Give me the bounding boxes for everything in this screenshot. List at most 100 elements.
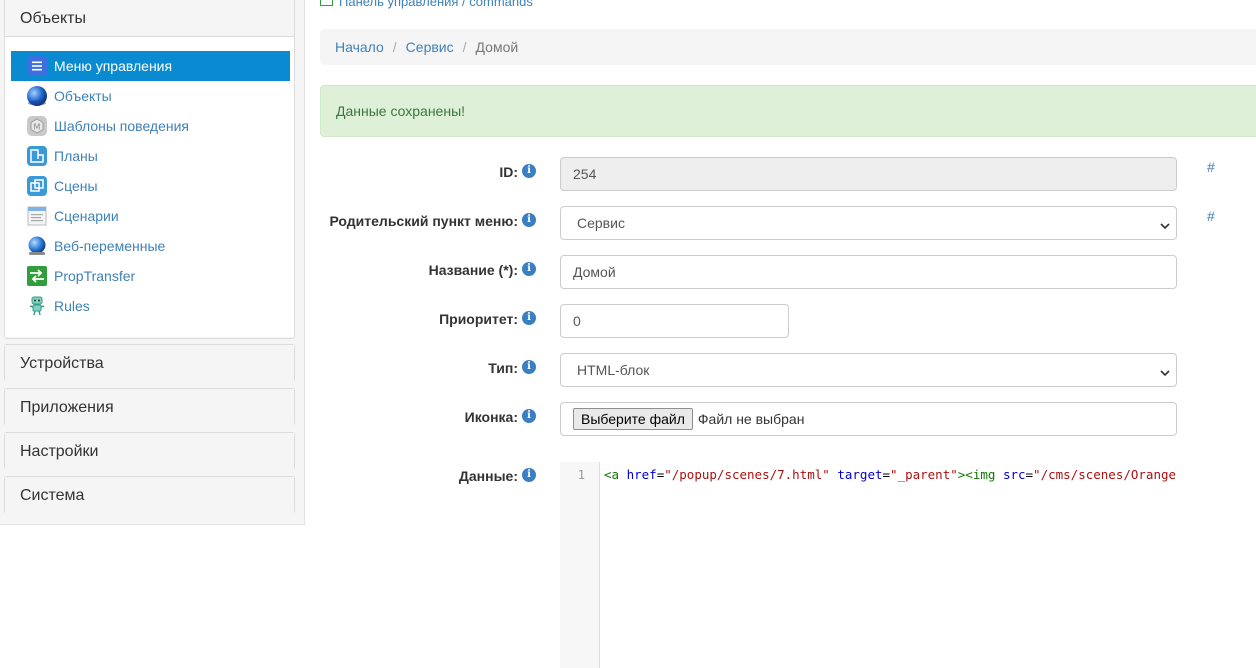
sidebar-item-label: Планы [54,148,98,164]
parent-menu-value: Сервис [577,215,625,231]
breadcrumb-current: Домой [475,39,519,55]
success-alert-text: Данные сохранены! [336,103,466,119]
chevron-down-icon [1160,218,1170,234]
sidebar-item-label: Меню управления [54,58,173,74]
breadcrumb-parent[interactable]: Сервис [406,39,454,55]
sidebar-item-web-variables[interactable]: Веб-переменные [11,231,290,261]
system-panel-header[interactable]: Система [5,477,294,514]
objects-panel-body: Меню управления Объекты M Шаблоны поведе… [5,37,294,337]
sidebar-item-scenes[interactable]: Сцены [11,171,290,201]
parent-label-text: Родительский пункт меню: [329,213,518,229]
type-value: HTML-блок [577,362,650,378]
breadcrumb-home[interactable]: Начало [335,39,384,55]
info-icon[interactable]: i [522,262,536,276]
title-label: Название (*): i [429,262,536,278]
sidebar: Объекты Меню управления Объекты M Шаблон… [0,0,305,525]
type-select[interactable]: HTML-блок [560,353,1177,387]
code-token: "/cms/scenes/Orange [1033,467,1177,482]
settings-panel-header[interactable]: Настройки [5,433,294,470]
sidebar-item-rules[interactable]: Rules [11,291,290,321]
sidebar-item-label: Шаблоны поведения [54,118,190,134]
prop-transfer-icon [25,264,49,288]
top-path-text: Панель управления / commands [339,0,533,9]
sidebar-item-label: Веб-переменные [54,238,166,254]
file-status: Файл не выбран [697,411,805,427]
info-icon[interactable]: i [522,164,536,178]
id-field: 254 [560,157,1177,191]
globe-icon [25,84,49,108]
code-token: "/popup/scenes/7.html" [664,467,830,482]
code-token: src [1002,467,1026,482]
data-label-text: Данные: [458,468,518,484]
icon-file-input: Выберите файл Файл не выбран [560,402,1177,436]
devices-panel-header[interactable]: Устройства [5,345,294,382]
top-path-link[interactable]: Панель управления / commands [320,0,533,9]
sidebar-item-label: Объекты [54,88,112,104]
sidebar-item-label: Сценарии [54,208,119,224]
objects-panel-header[interactable]: Объекты [5,0,294,37]
icon-label-text: Иконка: [464,409,518,425]
system-panel[interactable]: Система [4,476,295,514]
title-input[interactable]: Домой [560,255,1177,289]
priority-label: Приоритет: i [439,311,536,327]
parent-anchor-link[interactable]: # [1207,208,1215,224]
applications-panel[interactable]: Приложения [4,388,295,426]
parent-label: Родительский пункт меню: i [329,213,536,229]
devices-panel[interactable]: Устройства [4,344,295,382]
chevron-down-icon [1160,365,1170,381]
choose-file-button[interactable]: Выберите файл [573,408,693,430]
line-number: 1 [577,468,585,482]
robot-icon [25,294,49,318]
code-token: href [626,467,657,482]
breadcrumb-separator: / [392,39,397,55]
priority-input[interactable]: 0 [560,304,789,338]
data-label: Данные: i [459,468,536,484]
sidebar-item-plans[interactable]: Планы [11,141,290,171]
type-label: Тип: i [488,360,536,376]
code-token: <a [604,467,620,482]
settings-panel[interactable]: Настройки [4,432,295,470]
objects-menu-list: Меню управления Объекты M Шаблоны поведе… [11,51,290,321]
priority-value: 0 [573,313,581,329]
behavior-template-icon: M [25,114,49,138]
code-token: ><img [957,467,996,482]
info-icon[interactable]: i [522,213,536,227]
web-variables-icon [25,234,49,258]
svg-text:M: M [34,123,41,132]
code-token: target [837,467,883,482]
id-value: 254 [573,166,597,182]
info-icon[interactable]: i [522,311,536,325]
code-token: "_parent" [890,467,958,482]
parent-menu-select[interactable]: Сервис [560,206,1177,240]
id-anchor-link[interactable]: # [1207,159,1215,175]
sidebar-item-prop-transfer[interactable]: PropTransfer [11,261,290,291]
code-token: = [882,467,891,482]
breadcrumb-separator: / [462,39,467,55]
info-icon[interactable]: i [522,409,536,423]
title-value: Домой [573,264,616,280]
breadcrumb: Начало / Сервис / Домой [320,29,1256,65]
line-numbers: 1 [560,462,600,668]
icon-label: Иконка: i [465,409,536,425]
menu-list-icon [25,54,49,78]
floor-plan-icon [25,144,49,168]
sidebar-item-scripts[interactable]: Сценарии [11,201,290,231]
applications-panel-header[interactable]: Приложения [5,389,294,426]
info-icon[interactable]: i [522,360,536,374]
success-alert: Данные сохранены! [320,85,1256,137]
sidebar-item-label: Сцены [54,178,98,194]
code-editor[interactable]: 1 <a href="/popup/scenes/7.html" target=… [560,462,1177,668]
scenes-icon [25,174,49,198]
sidebar-item-label: Rules [54,298,90,314]
info-icon[interactable]: i [522,468,536,482]
scripts-icon [25,204,49,228]
type-label-text: Тип: [488,360,518,376]
title-label-text: Название (*): [428,262,518,278]
id-label-text: ID: [499,164,518,180]
sidebar-item-behavior-templates[interactable]: M Шаблоны поведения [11,111,290,141]
code-line[interactable]: <a href="/popup/scenes/7.html" target="_… [604,467,1176,482]
objects-panel: Объекты Меню управления Объекты M Шаблон… [4,0,295,339]
sidebar-item-objects[interactable]: Объекты [11,81,290,111]
sidebar-item-control-menu[interactable]: Меню управления [11,51,290,81]
code-token: = [1025,467,1034,482]
